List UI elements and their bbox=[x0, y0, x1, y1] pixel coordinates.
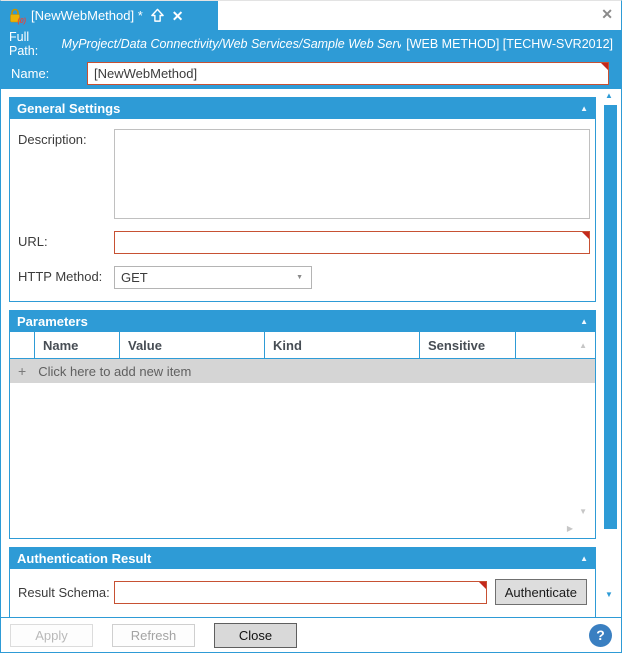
promote-up-arrow-icon[interactable] bbox=[150, 8, 165, 23]
scrollbar-up-icon[interactable]: ▲ bbox=[605, 91, 613, 100]
scrollbar-thumb[interactable] bbox=[604, 105, 617, 529]
url-field-wrap bbox=[114, 231, 590, 254]
section-parameters: Parameters ▲ Name Value Kind Sensitive ▲ bbox=[9, 310, 596, 539]
vertical-scrollbar[interactable]: ▲ ▼ bbox=[600, 89, 621, 617]
refresh-button[interactable]: Refresh bbox=[112, 624, 195, 647]
close-button[interactable]: Close bbox=[214, 623, 297, 648]
collapse-icon[interactable]: ▲ bbox=[580, 104, 588, 113]
lock-badge: (0) bbox=[17, 18, 26, 25]
column-header-kind[interactable]: Kind bbox=[265, 332, 420, 358]
plus-icon: + bbox=[18, 364, 26, 378]
help-icon[interactable]: ? bbox=[589, 624, 612, 647]
name-row: Name: bbox=[1, 57, 621, 89]
column-header-filler: ▲ bbox=[516, 332, 595, 358]
name-field-wrap bbox=[87, 62, 609, 85]
authentication-result-body: Result Schema: Authenticate bbox=[9, 569, 596, 617]
section-authentication-result: Authentication Result ▲ Result Schema: A… bbox=[9, 547, 596, 617]
http-method-label: HTTP Method: bbox=[18, 266, 114, 284]
table-scroll-down-icon[interactable]: ▼ bbox=[579, 507, 587, 516]
tab-title: [NewWebMethod] * bbox=[31, 8, 143, 23]
validation-corner-icon bbox=[582, 232, 589, 239]
object-context-label: [WEB METHOD] [TECHW-SVR2012] bbox=[406, 37, 613, 51]
full-path-value: MyProject/Data Connectivity/Web Services… bbox=[62, 37, 402, 51]
titlebar: (0) [NewWebMethod] * ✕ ✕ bbox=[1, 1, 621, 30]
parameters-table-header: Name Value Kind Sensitive ▲ bbox=[10, 332, 595, 359]
description-textarea[interactable] bbox=[114, 129, 590, 219]
web-method-editor-window: (0) [NewWebMethod] * ✕ ✕ Full Path: MyPr… bbox=[0, 0, 622, 653]
general-settings-title: General Settings bbox=[17, 101, 120, 116]
add-new-item-label: Click here to add new item bbox=[38, 364, 191, 379]
lock-icon: (0) bbox=[7, 7, 24, 24]
scrollbar-down-icon[interactable]: ▼ bbox=[605, 590, 613, 599]
result-schema-label: Result Schema: bbox=[18, 585, 114, 600]
tab-new-web-method[interactable]: (0) [NewWebMethod] * ✕ bbox=[1, 1, 218, 30]
chevron-down-icon: ▼ bbox=[296, 274, 305, 281]
table-scroll-right-icon[interactable]: ▶ bbox=[567, 524, 573, 533]
content-area: General Settings ▲ Description: URL: bbox=[1, 89, 621, 617]
column-header-value[interactable]: Value bbox=[120, 332, 265, 358]
table-scroll-up-icon[interactable]: ▲ bbox=[579, 341, 587, 350]
apply-button[interactable]: Apply bbox=[10, 624, 93, 647]
name-label: Name: bbox=[11, 66, 79, 81]
window-close-icon[interactable]: ✕ bbox=[601, 7, 613, 21]
row-selector-column-header bbox=[10, 332, 35, 358]
parameters-header[interactable]: Parameters ▲ bbox=[9, 310, 596, 332]
parameters-body: Name Value Kind Sensitive ▲ + Click here… bbox=[9, 332, 596, 539]
full-path-label: Full Path: bbox=[9, 30, 57, 58]
description-label: Description: bbox=[18, 129, 114, 147]
collapse-icon[interactable]: ▲ bbox=[580, 317, 588, 326]
section-general-settings: General Settings ▲ Description: URL: bbox=[9, 97, 596, 302]
name-input[interactable] bbox=[87, 62, 609, 85]
http-method-dropdown[interactable]: GET ▼ bbox=[114, 266, 312, 289]
url-row: URL: bbox=[18, 231, 590, 254]
http-method-value: GET bbox=[121, 270, 296, 285]
parameters-title: Parameters bbox=[17, 314, 88, 329]
column-header-sensitive[interactable]: Sensitive bbox=[420, 332, 516, 358]
result-schema-field-wrap bbox=[114, 581, 487, 604]
column-header-name[interactable]: Name bbox=[35, 332, 120, 358]
validation-corner-icon bbox=[601, 63, 608, 70]
add-new-item-row[interactable]: + Click here to add new item bbox=[10, 359, 595, 383]
parameters-table-body: ▼ ▶ bbox=[10, 383, 595, 538]
full-path-bar: Full Path: MyProject/Data Connectivity/W… bbox=[1, 30, 621, 57]
tab-close-icon[interactable]: ✕ bbox=[172, 9, 184, 23]
authentication-result-header[interactable]: Authentication Result ▲ bbox=[9, 547, 596, 569]
general-settings-header[interactable]: General Settings ▲ bbox=[9, 97, 596, 119]
sections-column: General Settings ▲ Description: URL: bbox=[1, 89, 600, 617]
footer-bar: Apply Refresh Close ? bbox=[1, 617, 621, 652]
description-row: Description: bbox=[18, 129, 590, 219]
validation-corner-icon bbox=[479, 582, 486, 589]
url-input[interactable] bbox=[114, 231, 590, 254]
authentication-result-title: Authentication Result bbox=[17, 551, 151, 566]
authenticate-button[interactable]: Authenticate bbox=[495, 579, 587, 605]
http-method-row: HTTP Method: GET ▼ bbox=[18, 266, 590, 289]
url-label: URL: bbox=[18, 231, 114, 249]
result-schema-input[interactable] bbox=[114, 581, 487, 604]
general-settings-body: Description: URL: HTTP Method: GET bbox=[9, 119, 596, 302]
collapse-icon[interactable]: ▲ bbox=[580, 554, 588, 563]
